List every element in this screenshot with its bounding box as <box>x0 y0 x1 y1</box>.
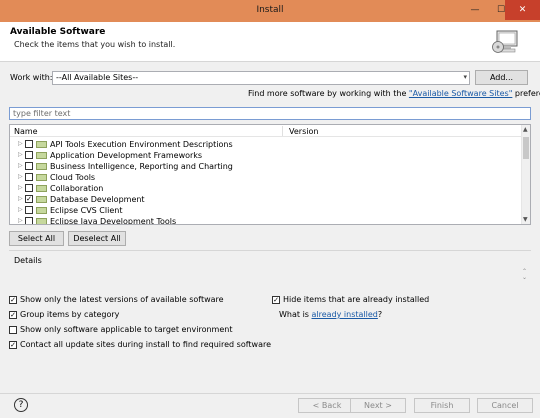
latest-versions-checkbox[interactable]: ✓ <box>9 296 17 304</box>
category-icon <box>36 174 47 181</box>
expand-arrow-icon[interactable]: ▷ <box>18 162 23 169</box>
hint-prefix: Find more software by working with the <box>248 89 409 98</box>
row-name: Business Intelligence, Reporting and Cha… <box>50 162 233 171</box>
hide-installed-checkbox[interactable]: ✓ <box>272 296 280 304</box>
table-row[interactable]: ▷ Business Intelligence, Reporting and C… <box>10 161 522 172</box>
wizard-header: Available Software Check the items that … <box>0 22 540 62</box>
row-name: API Tools Execution Environment Descript… <box>50 140 233 149</box>
row-checkbox[interactable] <box>25 184 33 192</box>
expand-arrow-icon[interactable]: ▷ <box>18 206 23 213</box>
close-button[interactable]: ✕ <box>505 0 540 20</box>
help-icon[interactable]: ? <box>14 398 28 412</box>
window-title: Install <box>256 5 284 15</box>
row-name: Eclipse Java Development Tools <box>50 217 177 225</box>
row-checkbox[interactable] <box>25 162 33 170</box>
target-environment-label: Show only software applicable to target … <box>20 325 233 334</box>
table-row[interactable]: ▷ Eclipse Java Development Tools <box>10 216 522 225</box>
group-by-category-checkbox[interactable]: ✓ <box>9 311 17 319</box>
what-is-suffix: ? <box>377 310 383 319</box>
scroll-thumb[interactable] <box>523 137 529 159</box>
filter-input[interactable]: type filter text <box>9 107 531 120</box>
row-name: Eclipse CVS Client <box>50 206 123 215</box>
row-checkbox[interactable] <box>25 173 33 181</box>
table-row[interactable]: ▷ ✓ Database Development <box>10 194 522 205</box>
back-button[interactable]: < Back <box>298 398 356 413</box>
finish-button[interactable]: Finish <box>414 398 470 413</box>
cancel-button[interactable]: Cancel <box>477 398 533 413</box>
column-name[interactable]: Name <box>14 127 38 136</box>
title-bar: Install — ☐ ✕ <box>0 0 540 22</box>
category-icon <box>36 152 47 159</box>
next-button[interactable]: Next > <box>350 398 406 413</box>
work-with-label: Work with: <box>10 73 53 82</box>
select-all-button[interactable]: Select All <box>9 231 64 246</box>
category-icon <box>36 207 47 214</box>
expand-arrow-icon[interactable]: ▷ <box>18 184 23 191</box>
dialog-footer: ? < Back Next > Finish Cancel <box>0 393 540 418</box>
scroll-down-icon[interactable]: ▼ <box>523 216 528 223</box>
column-version[interactable]: Version <box>289 127 318 136</box>
contact-sites-label: Contact all update sites during install … <box>20 340 272 349</box>
category-icon <box>36 218 47 224</box>
expand-arrow-icon[interactable]: ▷ <box>18 217 23 224</box>
row-name: Collaboration <box>50 184 104 193</box>
page-subtitle: Check the items that you wish to install… <box>14 40 176 49</box>
table-row[interactable]: ▷ API Tools Execution Environment Descri… <box>10 139 522 150</box>
available-software-sites-link[interactable]: "Available Software Sites" <box>409 89 512 98</box>
details-scroll-icon[interactable]: ⌃ ⌄ <box>522 269 527 281</box>
minimize-button[interactable]: — <box>462 0 488 20</box>
table-header: Name Version <box>10 125 522 137</box>
details-divider <box>9 250 531 251</box>
target-environment-checkbox[interactable] <box>9 326 17 334</box>
hide-installed-label: Hide items that are already installed <box>283 295 430 304</box>
expand-arrow-icon[interactable]: ▷ <box>18 173 23 180</box>
row-name: Database Development <box>50 195 145 204</box>
hint-suffix: preferences. <box>514 89 540 98</box>
deselect-all-button[interactable]: Deselect All <box>68 231 126 246</box>
row-checkbox[interactable] <box>25 140 33 148</box>
work-with-value: --All Available Sites-- <box>56 73 139 82</box>
already-installed-link[interactable]: already installed <box>312 310 378 319</box>
details-label: Details <box>14 256 42 265</box>
what-is-installed-text: What is already installed? <box>279 310 382 321</box>
row-checkbox[interactable] <box>25 217 33 224</box>
add-site-button[interactable]: Add... <box>475 70 528 85</box>
chevron-down-icon: ▾ <box>463 73 467 81</box>
row-checkbox[interactable]: ✓ <box>25 195 33 203</box>
category-icon <box>36 196 47 203</box>
table-scrollbar[interactable]: ▲ ▼ <box>521 125 530 224</box>
install-wizard-icon <box>492 30 518 53</box>
expand-arrow-icon[interactable]: ▷ <box>18 151 23 158</box>
what-is-prefix: What is <box>279 310 312 319</box>
group-by-category-label: Group items by category <box>20 310 120 319</box>
dialog-body: Work with: --All Available Sites-- ▾ Add… <box>0 62 540 393</box>
software-table[interactable]: Name Version ▷ API Tools Execution Envir… <box>9 124 531 225</box>
column-divider[interactable] <box>282 126 283 136</box>
table-row[interactable]: ▷ Application Development Frameworks <box>10 150 522 161</box>
row-name: Cloud Tools <box>50 173 96 182</box>
software-sites-hint: Find more software by working with the "… <box>248 89 540 98</box>
expand-arrow-icon[interactable]: ▷ <box>18 140 23 147</box>
work-with-combo[interactable]: --All Available Sites-- ▾ <box>52 71 470 85</box>
scroll-up-icon[interactable]: ▲ <box>523 126 528 133</box>
table-row[interactable]: ▷ Cloud Tools <box>10 172 522 183</box>
contact-sites-checkbox[interactable]: ✓ <box>9 341 17 349</box>
expand-arrow-icon[interactable]: ▷ <box>18 195 23 202</box>
row-checkbox[interactable] <box>25 151 33 159</box>
category-icon <box>36 141 47 148</box>
row-checkbox[interactable] <box>25 206 33 214</box>
table-row[interactable]: ▷ Eclipse CVS Client <box>10 205 522 216</box>
category-icon <box>36 185 47 192</box>
category-icon <box>36 163 47 170</box>
row-name: Application Development Frameworks <box>50 151 203 160</box>
table-row[interactable]: ▷ Collaboration <box>10 183 522 194</box>
page-title: Available Software <box>10 27 106 37</box>
latest-versions-label: Show only the latest versions of availab… <box>20 295 224 304</box>
